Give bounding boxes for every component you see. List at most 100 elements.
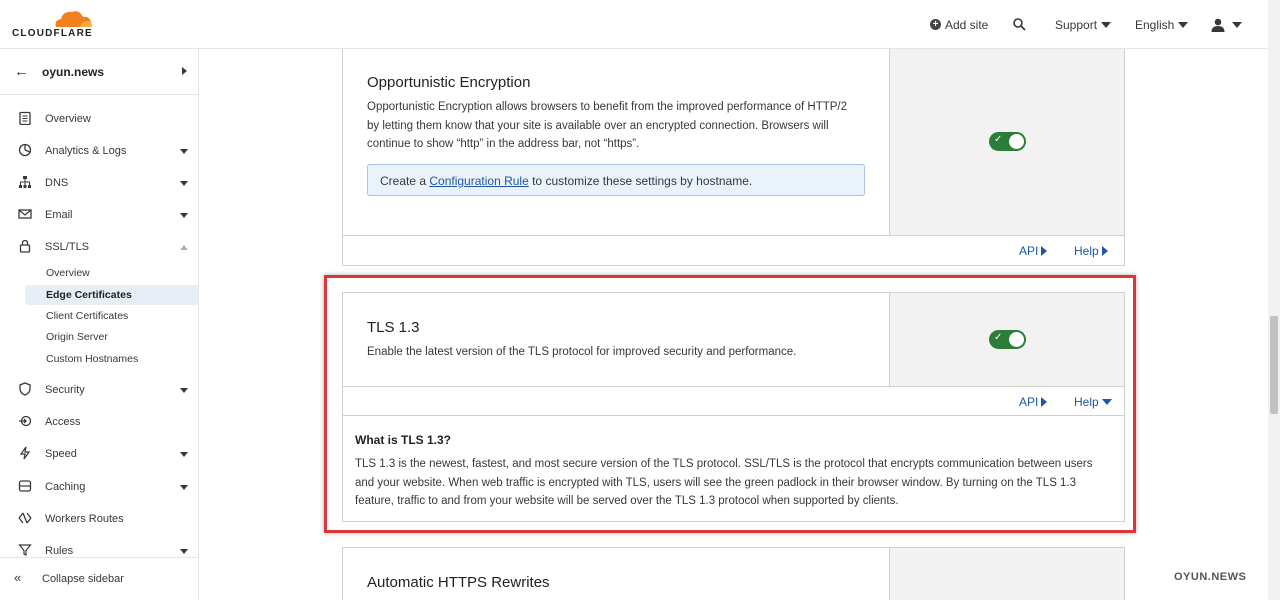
sidebar-subitem-label: Overview [46, 267, 90, 279]
help-label: Help [1074, 244, 1099, 258]
scrollbar-thumb[interactable] [1270, 316, 1278, 414]
card-title: Opportunistic Encryption [367, 74, 531, 91]
opportunistic-encryption-card: Opportunistic Encryption Opportunistic E… [342, 49, 1125, 266]
sidebar-subitem-client-certificates[interactable]: Client Certificates [25, 306, 198, 326]
chevron-down-icon [1232, 21, 1242, 28]
info-prefix: Create a [380, 174, 430, 188]
shield-icon [19, 382, 31, 396]
database-icon [18, 480, 32, 492]
sidebar-item-access[interactable]: Access [0, 410, 198, 436]
watermark: OYUN.NEWS [1174, 571, 1247, 583]
language-menu[interactable]: English [1135, 0, 1189, 49]
workers-icon [18, 512, 32, 524]
search-button[interactable] [1013, 0, 1026, 49]
sidebar-item-label: Overview [45, 113, 91, 125]
site-selector[interactable]: ← oyun.news [0, 49, 198, 95]
chart-pie-icon [18, 143, 32, 157]
card-control-panel [889, 548, 1124, 600]
cloudflare-logo[interactable]: CLOUDFLARE [12, 8, 102, 40]
sidebar-item-caching[interactable]: Caching [0, 475, 198, 501]
main-content: Opportunistic Encryption Opportunistic E… [199, 49, 1268, 600]
automatic-https-rewrites-card: Automatic HTTPS Rewrites [342, 547, 1125, 600]
configuration-rule-link[interactable]: Configuration Rule [429, 174, 528, 188]
chevron-down-icon [180, 149, 188, 154]
chevron-down-icon [1178, 21, 1189, 28]
scrollbar[interactable] [1268, 0, 1280, 600]
envelope-icon [18, 209, 32, 219]
opportunistic-encryption-toggle[interactable]: ✓ [989, 132, 1026, 151]
lock-icon [19, 239, 31, 253]
sidebar-subitem-origin-server[interactable]: Origin Server [25, 327, 198, 347]
sidebar-item-overview[interactable]: Overview [0, 107, 198, 133]
sidebar-item-label: Analytics & Logs [45, 145, 127, 157]
chevron-down-icon [180, 181, 188, 186]
user-icon [1211, 18, 1225, 32]
language-label: English [1135, 17, 1175, 32]
sidebar-item-label: Caching [45, 481, 86, 493]
api-link[interactable]: API [1019, 244, 1048, 258]
add-site-button[interactable]: + Add site [930, 0, 988, 49]
site-name: oyun.news [42, 65, 105, 79]
sidebar-subitem-label: Client Certificates [46, 310, 129, 322]
sidebar-subitem-edge-certificates[interactable]: Edge Certificates [25, 285, 198, 305]
sidebar-item-label: Security [45, 384, 85, 396]
chevron-down-icon [180, 549, 188, 554]
sidebar-item-label: SSL/TLS [45, 241, 90, 253]
funnel-icon [18, 544, 32, 556]
sidebar-item-label: Workers Routes [45, 513, 124, 525]
sidebar-item-label: Access [45, 416, 81, 428]
caret-right-icon [1041, 246, 1048, 256]
card-footer: API Help [343, 235, 1124, 265]
api-label: API [1019, 244, 1039, 258]
access-icon [19, 415, 32, 427]
sidebar-item-workers-routes[interactable]: Workers Routes [0, 507, 198, 533]
sidebar-item-dns[interactable]: DNS [0, 171, 198, 197]
sidebar-item-label: Email [45, 209, 73, 221]
sidebar-item-label: DNS [45, 177, 69, 189]
search-icon [1013, 18, 1026, 31]
plus-circle-icon: + [930, 19, 941, 30]
chevron-down-icon [180, 485, 188, 490]
sidebar-subitem-custom-hostnames[interactable]: Custom Hostnames [25, 349, 198, 369]
cloud-icon [55, 11, 92, 27]
sidebar-item-email[interactable]: Email [0, 203, 198, 229]
chevron-down-icon [180, 452, 188, 457]
sidebar-subitem-label: Custom Hostnames [46, 353, 139, 365]
card-title: Automatic HTTPS Rewrites [367, 574, 550, 591]
sidebar-subitem-label: Origin Server [46, 331, 108, 343]
caret-right-icon [1101, 246, 1108, 256]
sidebar-item-label: Speed [45, 448, 77, 460]
sidebar-item-ssl-tls[interactable]: SSL/TLS [0, 235, 198, 261]
card-description: Opportunistic Encryption allows browsers… [367, 101, 848, 150]
logo-text: CLOUDFLARE [12, 28, 93, 39]
check-icon: ✓ [994, 134, 1003, 145]
collapse-sidebar-button[interactable]: « Collapse sidebar [0, 557, 198, 600]
support-label: Support [1055, 17, 1098, 32]
chevron-up-icon [180, 245, 188, 250]
chevron-down-icon [180, 388, 188, 393]
info-suffix: to customize these settings by hostname. [528, 174, 753, 188]
highlight-box [324, 275, 1136, 533]
bolt-icon [19, 446, 31, 460]
sidebar-item-security[interactable]: Security [0, 378, 198, 404]
network-icon [19, 176, 31, 188]
collapse-sidebar-label: Collapse sidebar [42, 573, 124, 585]
sidebar-subitem-overview[interactable]: Overview [25, 263, 198, 283]
sidebar-item-analytics[interactable]: Analytics & Logs [0, 139, 198, 165]
sidebar-item-speed[interactable]: Speed [0, 442, 198, 468]
sidebar-subitem-label: Edge Certificates [46, 289, 132, 301]
chevron-right-icon [182, 67, 187, 75]
top-header: CLOUDFLARE + Add site Support English [0, 0, 1268, 49]
sidebar-item-label: Rules [45, 545, 74, 557]
user-menu[interactable] [1211, 0, 1242, 49]
toggle-knob [1009, 134, 1024, 149]
help-link[interactable]: Help [1074, 244, 1108, 258]
chevron-down-icon [1101, 21, 1112, 28]
clipboard-icon [19, 111, 31, 125]
support-menu[interactable]: Support [1055, 0, 1112, 49]
add-site-label: Add site [945, 17, 989, 32]
card-body: Automatic HTTPS Rewrites [343, 548, 889, 600]
back-arrow-icon[interactable]: ← [14, 63, 29, 80]
configuration-rule-info: Create a Configuration Rule to customize… [367, 164, 865, 196]
card-body: Opportunistic Encryption Opportunistic E… [343, 49, 889, 235]
